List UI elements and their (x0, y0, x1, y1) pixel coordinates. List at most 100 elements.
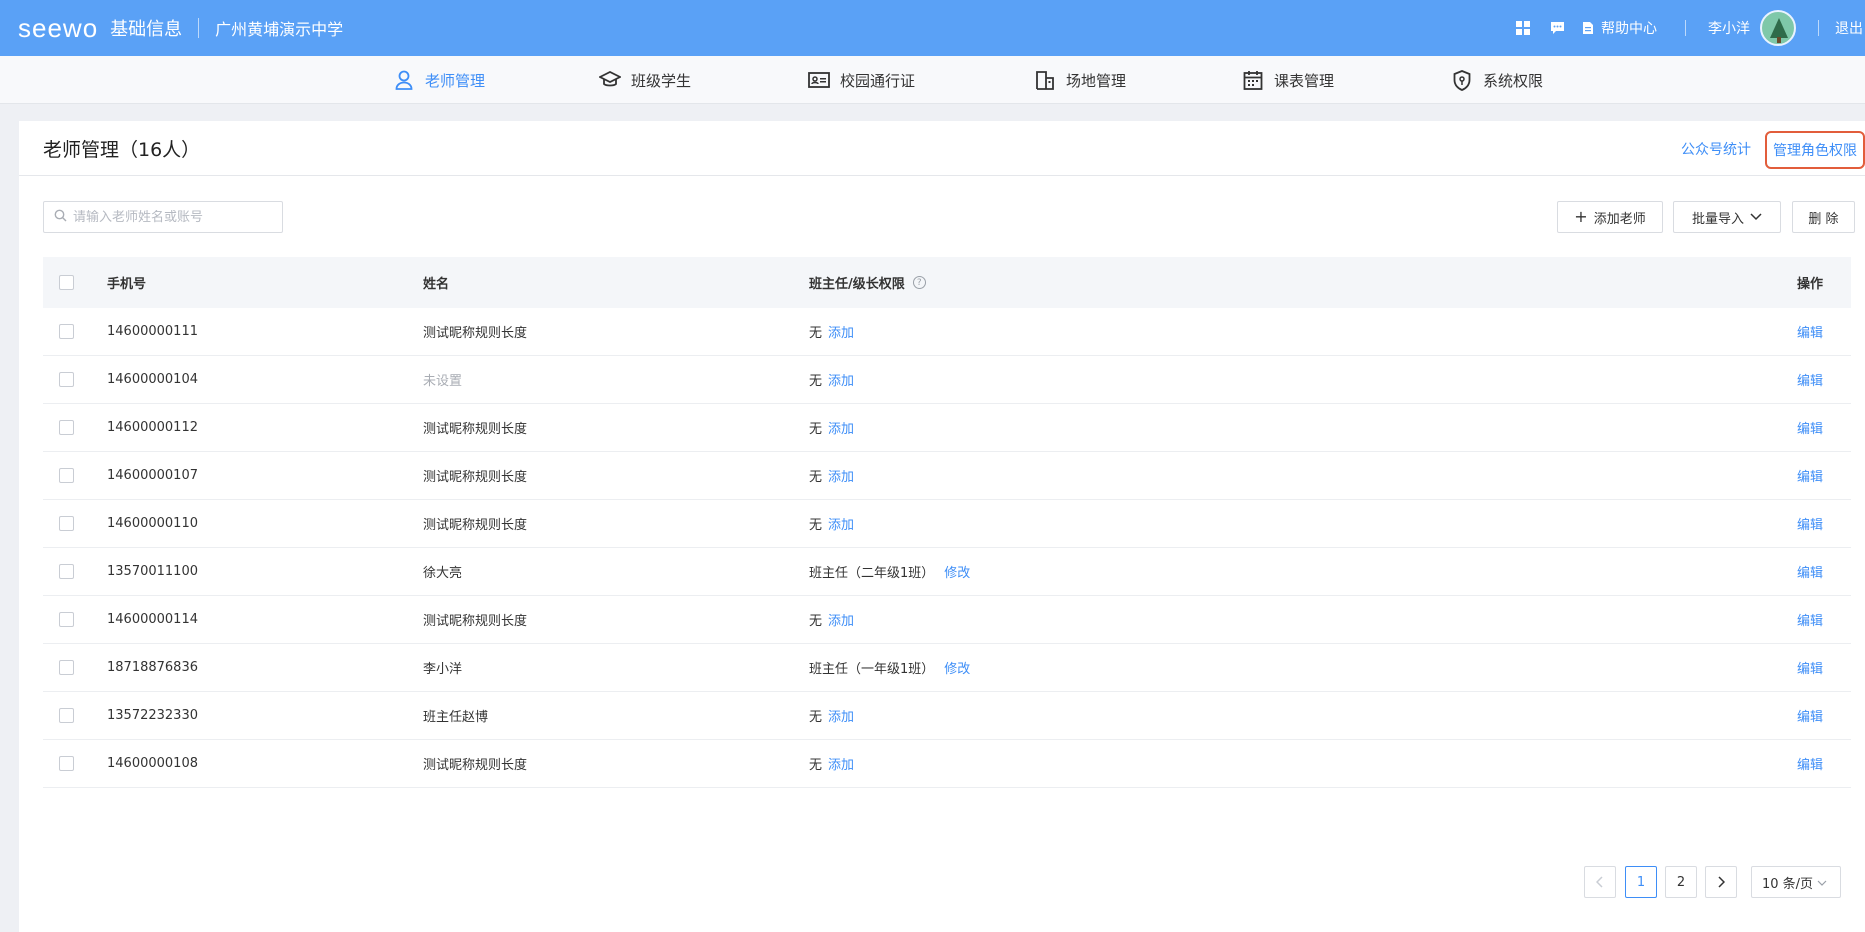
role-value: 班主任（二年级1班） (809, 566, 935, 581)
edit-link[interactable]: 编辑 (1797, 404, 1823, 451)
apps-icon[interactable] (1513, 18, 1533, 38)
page-title: 老师管理（16人） (43, 139, 201, 161)
toolbar: + 添加老师 批量导入 删 除 (43, 201, 1855, 233)
panel-header: 老师管理（16人） 公众号统计 管理角色权限 (19, 121, 1865, 176)
row-checkbox[interactable] (59, 420, 74, 435)
shield-icon (1451, 69, 1473, 91)
nav-item-campus-pass[interactable]: 校园通行证 (808, 56, 915, 104)
nav-label: 校园通行证 (840, 71, 916, 90)
building-icon (1034, 69, 1056, 91)
table-header: 手机号 姓名 班主任/级长权限 ? 操作 (43, 257, 1851, 308)
school-name[interactable]: 广州黄埔演示中学 (215, 16, 343, 40)
edit-link[interactable]: 编辑 (1797, 500, 1823, 547)
page-button-2[interactable]: 2 (1665, 866, 1697, 898)
add-role-link[interactable]: 添加 (828, 418, 854, 437)
teacher-management-panel: 老师管理（16人） 公众号统计 管理角色权限 + 添加老师 批量导入 删 除 手… (19, 121, 1865, 932)
edit-link[interactable]: 编辑 (1797, 548, 1823, 595)
name-cell: 测试昵称规则长度 (423, 758, 528, 773)
row-checkbox[interactable] (59, 660, 74, 675)
edit-link[interactable]: 编辑 (1797, 308, 1823, 355)
id-card-icon (808, 69, 830, 91)
search-icon (54, 209, 67, 226)
prev-page-button[interactable] (1584, 866, 1616, 898)
nav-item-venues[interactable]: 场地管理 (1034, 56, 1126, 104)
role-cell: 无添加 (809, 692, 854, 739)
add-role-link[interactable]: 添加 (828, 322, 854, 341)
help-center-link[interactable]: 帮助中心 (1581, 18, 1657, 38)
help-icon[interactable]: ? (912, 276, 926, 289)
role-cell: 无添加 (809, 452, 854, 499)
nav-item-classes[interactable]: 班级学生 (599, 56, 691, 104)
table-row: 14600000104 未设置 无添加 编辑 (43, 356, 1851, 404)
username[interactable]: 李小洋 (1708, 18, 1750, 38)
row-checkbox[interactable] (59, 372, 74, 387)
modify-role-link[interactable]: 修改 (944, 562, 970, 581)
role-value: 无 (809, 758, 823, 773)
column-header-actions: 操作 (1797, 277, 1824, 292)
table-row: 13572232330 班主任赵博 无添加 编辑 (43, 692, 1851, 740)
phone-cell: 14600000107 (107, 468, 198, 483)
message-icon[interactable] (1547, 18, 1567, 38)
avatar[interactable] (1760, 10, 1796, 46)
official-account-stats-link[interactable]: 公众号统计 (1681, 139, 1751, 159)
role-cell: 无添加 (809, 740, 854, 787)
phone-cell: 14600000112 (107, 420, 198, 435)
delete-button[interactable]: 删 除 (1792, 201, 1855, 233)
row-checkbox[interactable] (59, 468, 74, 483)
edit-link[interactable]: 编辑 (1797, 356, 1823, 403)
page-size-value: 10 条/页 (1762, 876, 1814, 892)
role-value: 无 (809, 374, 823, 389)
row-checkbox[interactable] (59, 564, 74, 579)
table-row: 14600000107 测试昵称规则长度 无添加 编辑 (43, 452, 1851, 500)
add-role-link[interactable]: 添加 (828, 610, 854, 629)
role-cell: 班主任（二年级1班） 修改 (809, 548, 970, 595)
nav-item-permissions[interactable]: 系统权限 (1451, 56, 1543, 104)
row-checkbox[interactable] (59, 324, 74, 339)
role-cell: 无添加 (809, 500, 854, 547)
name-cell: 班主任赵博 (423, 710, 489, 725)
add-role-link[interactable]: 添加 (828, 706, 854, 725)
add-teacher-button[interactable]: + 添加老师 (1557, 201, 1663, 233)
phone-cell: 14600000108 (107, 756, 198, 771)
add-role-link[interactable]: 添加 (828, 514, 854, 533)
edit-link[interactable]: 编辑 (1797, 452, 1823, 499)
chevron-down-icon (1750, 210, 1762, 225)
edit-link[interactable]: 编辑 (1797, 692, 1823, 739)
main-nav: 老师管理 班级学生 校园通行证 场地管理 课表管理 系统权限 (0, 56, 1865, 104)
row-checkbox[interactable] (59, 516, 74, 531)
search-box[interactable] (43, 201, 283, 233)
search-input[interactable] (73, 209, 273, 225)
role-cell: 无添加 (809, 356, 854, 403)
help-center-label: 帮助中心 (1601, 21, 1657, 37)
edit-link[interactable]: 编辑 (1797, 740, 1823, 787)
role-value: 无 (809, 470, 823, 485)
row-checkbox[interactable] (59, 756, 74, 771)
phone-cell: 14600000111 (107, 324, 198, 339)
page-size-select[interactable]: 10 条/页 (1751, 866, 1841, 898)
role-cell: 无添加 (809, 308, 854, 355)
phone-cell: 13570011100 (107, 564, 198, 579)
logout-link[interactable]: 退出 (1835, 18, 1865, 38)
pagination: 1 2 10 条/页 (19, 866, 1865, 898)
add-role-link[interactable]: 添加 (828, 370, 854, 389)
manage-role-permissions-link[interactable]: 管理角色权限 (1765, 131, 1865, 169)
page-button-1[interactable]: 1 (1625, 866, 1657, 898)
edit-link[interactable]: 编辑 (1797, 596, 1823, 643)
divider (198, 18, 200, 38)
modify-role-link[interactable]: 修改 (944, 658, 970, 677)
next-page-button[interactable] (1705, 866, 1737, 898)
nav-item-timetable[interactable]: 课表管理 (1242, 56, 1334, 104)
teacher-table: 手机号 姓名 班主任/级长权限 ? 操作 14600000111 测试昵称规则长度… (43, 257, 1851, 788)
select-all-checkbox[interactable] (59, 275, 74, 290)
role-value: 无 (809, 422, 823, 437)
row-checkbox[interactable] (59, 708, 74, 723)
edit-link[interactable]: 编辑 (1797, 644, 1823, 691)
graduation-cap-icon (599, 69, 621, 91)
add-role-link[interactable]: 添加 (828, 754, 854, 773)
nav-label: 系统权限 (1483, 71, 1544, 90)
add-role-link[interactable]: 添加 (828, 466, 854, 485)
nav-item-teachers[interactable]: 老师管理 (393, 56, 485, 104)
logo[interactable]: seewo (18, 13, 98, 44)
batch-import-dropdown[interactable]: 批量导入 (1673, 201, 1781, 233)
row-checkbox[interactable] (59, 612, 74, 627)
